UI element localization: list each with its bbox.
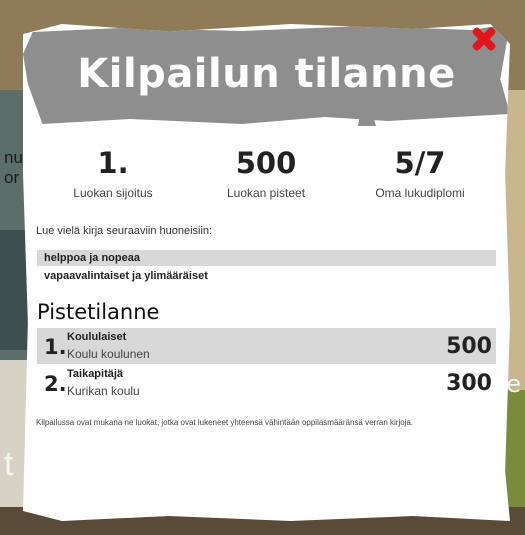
reading-diploma-stat: 5/7 Oma lukudiplomi (345, 146, 495, 200)
class-points-value: 500 (235, 146, 297, 180)
close-x-icon[interactable] (468, 24, 498, 54)
background-text: nu (4, 148, 23, 167)
room-item: helppoa ja nopeaa (37, 250, 496, 266)
stats-row: 1. Luokan sijoitus 500 Luokan pisteet 5/… (23, 146, 510, 206)
standings-points: 300 (446, 371, 492, 396)
class-rank-stat: 1. Luokan sijoitus (38, 146, 188, 200)
background-text: or (4, 168, 20, 187)
standings-row: 1. Koululaiset Koulu koulunen 500 (37, 328, 496, 364)
modal-title: Kilpailun tilanne (77, 51, 456, 97)
room-item: vapaavalintaiset ja ylimääräiset (44, 270, 208, 282)
competition-note: Kilpailussa ovat mukana ne luokat, jotka… (36, 418, 414, 427)
class-points-label: Luokan pisteet (226, 186, 306, 200)
reading-diploma-label: Oma lukudiplomi (375, 186, 465, 200)
standings-title: Pistetilanne (37, 300, 160, 324)
class-points-stat: 500 Luokan pisteet (191, 146, 341, 200)
standings-class-name: Koululaiset (67, 331, 127, 343)
standings-class-name: Taikapitäjä (67, 368, 124, 380)
background-text: t (4, 445, 14, 483)
standings-points: 500 (446, 334, 492, 359)
standings-row: 2. Taikapitäjä Kurikan koulu 300 (37, 365, 496, 401)
class-rank-value: 1. (97, 146, 129, 180)
standings-school: Kurikan koulu (67, 384, 140, 398)
standings-rank: 2. (44, 372, 67, 396)
class-rank-label: Luokan sijoitus (73, 186, 153, 200)
reading-diploma-value: 5/7 (394, 146, 446, 180)
standings-school: Koulu koulunen (67, 347, 150, 361)
rooms-prompt: Lue vielä kirja seuraaviin huoneisiin: (36, 225, 213, 237)
standings-rank: 1. (44, 335, 67, 359)
